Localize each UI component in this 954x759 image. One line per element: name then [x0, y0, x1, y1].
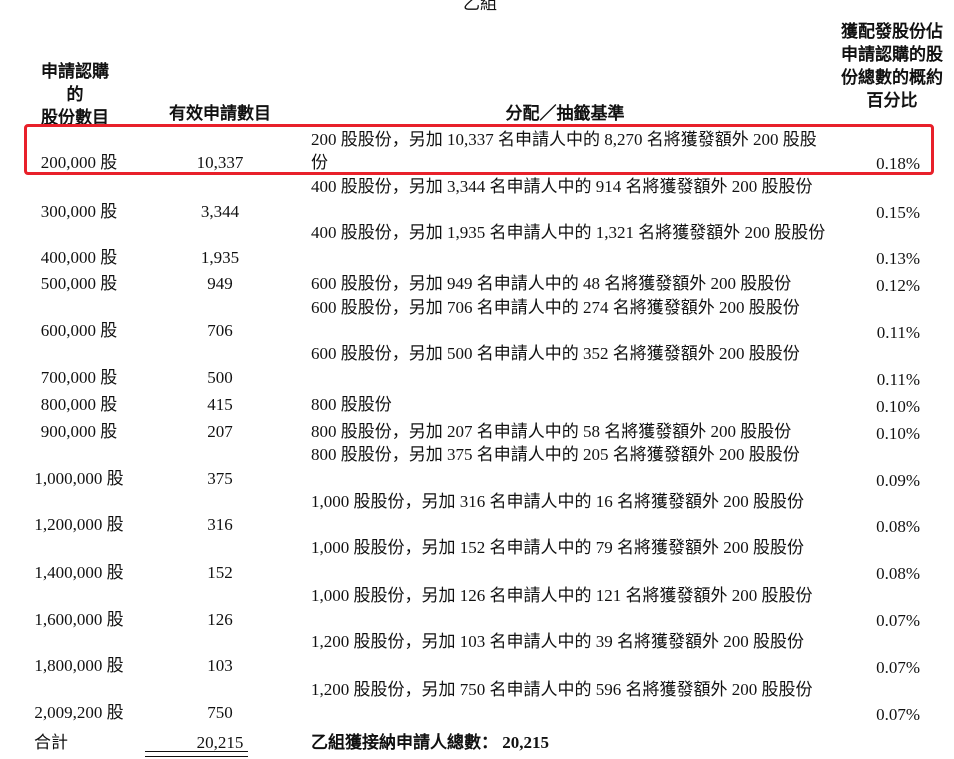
total-label: 合計 — [34, 733, 68, 752]
row-basis-of-allocation: 200 股股份，另加 10,337 名申請人中的 8,270 名將獲發額外 20… — [311, 130, 817, 172]
total-double-underline — [145, 751, 248, 757]
row-basis-of-allocation: 1,200 股股份，另加 750 名申請人中的 596 名將獲發額外 200 股… — [311, 680, 813, 699]
row-shares-applied: 1,200,000 股 — [34, 515, 124, 534]
row-shares-applied: 700,000 股 — [40, 368, 118, 387]
header-pct-line2: 申請認購的股 — [841, 45, 943, 64]
header-pct-line1: 獲配發股份佔 — [841, 22, 943, 41]
row-shares-applied: 1,800,000 股 — [34, 656, 124, 675]
row-approx-percentage: 0.10% — [876, 424, 920, 443]
total-summary-value: 20,215 — [502, 733, 549, 752]
row-valid-applications: 126 — [207, 610, 233, 629]
row-shares-applied: 1,400,000 股 — [34, 563, 124, 582]
row-approx-percentage: 0.13% — [876, 249, 920, 268]
row-valid-applications: 10,337 — [196, 153, 244, 172]
header-pct-line4: 百分比 — [866, 91, 918, 110]
row-approx-percentage: 0.08% — [876, 564, 920, 583]
row-basis-of-allocation: 400 股股份，另加 3,344 名申請人中的 914 名將獲發額外 200 股… — [311, 177, 813, 196]
row-approx-percentage: 0.07% — [876, 705, 920, 724]
row-approx-percentage: 0.12% — [876, 276, 920, 295]
row-valid-applications: 316 — [207, 515, 233, 534]
group-title: 乙組 — [463, 0, 497, 13]
header-valid-applications: 有效申請數目 — [169, 104, 271, 123]
row-shares-applied: 500,000 股 — [40, 274, 118, 293]
row-valid-applications: 375 — [207, 469, 233, 488]
row-approx-percentage: 0.11% — [876, 323, 920, 342]
row-basis-of-allocation: 800 股股份，另加 375 名申請人中的 205 名將獲發額外 200 股股份 — [311, 445, 800, 464]
row-shares-applied: 900,000 股 — [40, 422, 118, 441]
row-basis-of-allocation: 1,000 股股份，另加 316 名申請人中的 16 名將獲發額外 200 股股… — [311, 492, 804, 511]
header-basis-of-allocation: 分配／抽籤基準 — [505, 104, 625, 123]
row-approx-percentage: 0.09% — [876, 471, 920, 490]
row-shares-applied: 2,009,200 股 — [34, 703, 124, 722]
row-basis-of-allocation: 600 股股份，另加 500 名申請人中的 352 名將獲發額外 200 股股份 — [311, 344, 800, 363]
row-shares-applied: 400,000 股 — [40, 248, 118, 267]
row-shares-applied: 600,000 股 — [40, 321, 118, 340]
row-valid-applications: 207 — [207, 422, 233, 441]
row-basis-of-allocation: 600 股股份，另加 949 名申請人中的 48 名將獲發額外 200 股股份 — [311, 274, 792, 293]
total-summary-label: 乙組獲接納申請人總數： — [311, 733, 498, 752]
row-basis-of-allocation: 1,200 股股份，另加 103 名申請人中的 39 名將獲發額外 200 股股… — [311, 632, 804, 651]
row-shares-applied: 200,000 股 — [40, 153, 118, 172]
row-shares-applied: 1,600,000 股 — [34, 610, 124, 629]
row-approx-percentage: 0.07% — [876, 611, 920, 630]
row-basis-of-allocation: 800 股股份 — [311, 395, 392, 414]
row-approx-percentage: 0.18% — [876, 154, 920, 173]
row-basis-of-allocation: 1,000 股股份，另加 126 名申請人中的 121 名將獲發額外 200 股… — [311, 586, 813, 605]
row-valid-applications: 1,935 — [200, 248, 240, 267]
header-shares-line1: 申請認購 — [41, 62, 109, 81]
row-shares-applied: 300,000 股 — [40, 202, 118, 221]
row-valid-applications: 415 — [207, 395, 233, 414]
row-valid-applications: 3,344 — [200, 202, 240, 221]
row-basis-of-allocation: 800 股股份，另加 207 名申請人中的 58 名將獲發額外 200 股股份 — [311, 422, 792, 441]
header-pct-line3: 份總數的概約 — [841, 68, 943, 87]
row-shares-applied: 1,000,000 股 — [34, 469, 124, 488]
row-approx-percentage: 0.08% — [876, 517, 920, 536]
row-valid-applications: 103 — [207, 656, 233, 675]
row-valid-applications: 500 — [207, 368, 233, 387]
row-valid-applications: 750 — [207, 703, 233, 722]
header-shares-applied: 申請認購 的 股份數目 — [20, 60, 130, 129]
row-approx-percentage: 0.10% — [876, 397, 920, 416]
row-basis-of-allocation: 400 股股份，另加 1,935 名申請人中的 1,321 名將獲發額外 200… — [311, 223, 826, 242]
row-valid-applications: 949 — [207, 274, 233, 293]
header-approx-percentage: 獲配發股份佔 申請認購的股 份總數的概約 百分比 — [830, 20, 954, 112]
row-basis-of-allocation: 600 股股份，另加 706 名申請人中的 274 名將獲發額外 200 股股份 — [311, 298, 800, 317]
row-basis-of-allocation: 1,000 股股份，另加 152 名申請人中的 79 名將獲發額外 200 股股… — [311, 538, 804, 557]
row-approx-percentage: 0.11% — [876, 370, 920, 389]
row-valid-applications: 152 — [207, 563, 233, 582]
total-summary: 乙組獲接納申請人總數： 20,215 — [311, 731, 549, 754]
row-approx-percentage: 0.15% — [876, 203, 920, 222]
row-valid-applications: 706 — [207, 321, 233, 340]
header-shares-line2: 的 — [66, 85, 84, 104]
row-shares-applied: 800,000 股 — [40, 395, 118, 414]
row-approx-percentage: 0.07% — [876, 658, 920, 677]
